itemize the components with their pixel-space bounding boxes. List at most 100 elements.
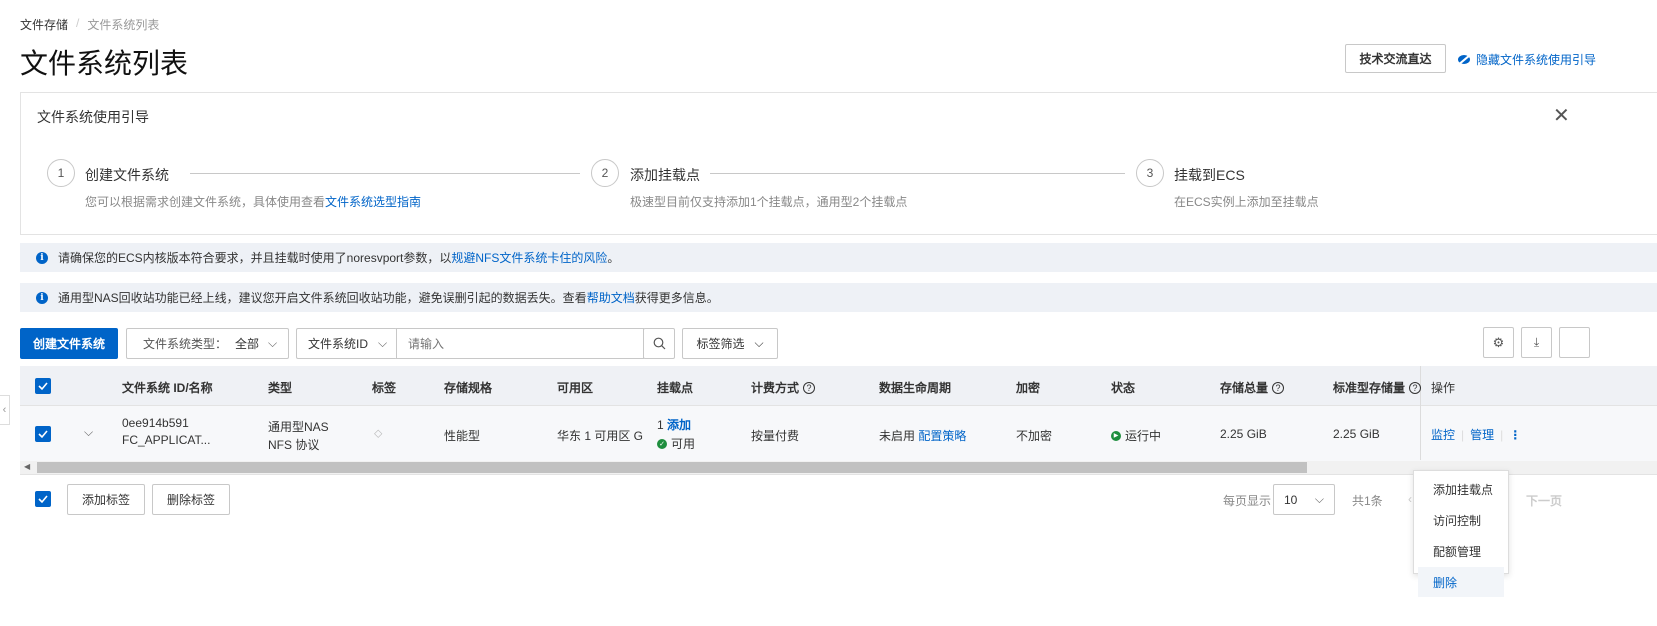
footer-select-checkbox[interactable]	[35, 491, 51, 507]
step-2-number: 2	[591, 159, 619, 187]
horizontal-scrollbar[interactable]: ◀	[20, 461, 1657, 475]
search-field-select[interactable]: 文件系统ID ⌵	[296, 328, 397, 359]
help-icon[interactable]: ?	[1272, 381, 1285, 394]
search-input[interactable]	[396, 328, 644, 359]
close-icon[interactable]: ✕	[1553, 103, 1570, 128]
tag-filter-button[interactable]: 标签筛选 ⌵	[682, 328, 778, 359]
col-id-name: 文件系统 ID/名称	[122, 381, 213, 395]
breadcrumb-file-storage[interactable]: 文件存储	[20, 16, 68, 33]
prev-page-icon: ‹	[1408, 492, 1412, 506]
col-actions: 操作	[1431, 381, 1456, 395]
selection-guide-link[interactable]: 文件系统选型指南	[325, 195, 421, 209]
page-size-label: 每页显示	[1223, 494, 1272, 508]
page-title: 文件系统列表	[20, 48, 189, 79]
info-icon: i	[36, 291, 48, 304]
notice-recycle-bin: i 通用型NAS回收站功能已经上线，建议您开启文件系统回收站功能，避免误删引起的…	[20, 283, 1657, 312]
table-row	[20, 406, 1657, 461]
standard-storage: 2.25 GiB	[1333, 427, 1380, 441]
step-1-label: 创建文件系统	[85, 167, 169, 183]
filesystem-name: FC_APPLICAT...	[122, 433, 211, 447]
filesystem-id-link[interactable]: 0ee914b591	[122, 416, 189, 430]
col-mount: 挂载点	[657, 381, 694, 395]
step-3-number: 3	[1136, 159, 1164, 187]
col-encrypt: 加密	[1016, 381, 1041, 395]
billing: 按量付费	[751, 429, 800, 443]
col-spec: 存储规格	[444, 381, 493, 395]
search-button[interactable]	[643, 328, 675, 359]
chevron-down-icon: ⌵	[1314, 492, 1324, 506]
step-3-desc: 在ECS实例上添加至挂载点	[1174, 195, 1319, 209]
remove-tag-button[interactable]: 删除标签	[152, 484, 230, 515]
help-doc-link[interactable]: 帮助文档	[587, 289, 635, 306]
breadcrumb-current: 文件系统列表	[87, 18, 160, 32]
step-1-desc: 您可以根据需求创建文件系统，具体使用查看文件系统选型指南	[85, 195, 422, 209]
col-billing: 计费方式?	[751, 379, 816, 396]
add-tag-button[interactable]: 添加标签	[67, 484, 145, 515]
step-connector	[190, 173, 580, 174]
tag-icon[interactable]: ⬦	[374, 426, 382, 441]
step-1-number: 1	[47, 159, 75, 187]
monitor-link[interactable]: 监控	[1431, 426, 1455, 443]
manage-link[interactable]: 管理	[1470, 426, 1494, 443]
chevron-down-icon: ⌵	[378, 336, 388, 350]
total-count: 共1条	[1352, 494, 1383, 508]
download-button[interactable]: ⤓	[1521, 327, 1552, 358]
chevron-down-icon: ⌵	[268, 336, 278, 350]
menu-delete[interactable]: 删除	[1418, 567, 1504, 597]
col-total-storage: 存储总量?	[1220, 379, 1285, 396]
scroll-left-handle[interactable]: ‹	[0, 395, 10, 425]
settings-button[interactable]: ⚙	[1483, 327, 1514, 358]
gear-icon: ⚙	[1492, 334, 1505, 350]
filesystem-type-select[interactable]: 文件系统类型： 全部 ⌵	[126, 328, 289, 359]
filesystem-type: 通用型NAS	[268, 420, 329, 434]
storage-spec: 性能型	[444, 429, 481, 443]
running-icon: ▶	[1111, 430, 1121, 441]
nfs-risk-link[interactable]: 规避NFS文件系统卡住的风险	[451, 249, 607, 266]
col-tag: 标签	[372, 381, 397, 395]
step-3-label: 挂载到ECS	[1174, 167, 1245, 183]
lifecycle: 未启用 配置策略	[879, 429, 967, 443]
encrypt: 不加密	[1016, 429, 1053, 443]
config-policy-link[interactable]: 配置策略	[918, 429, 966, 443]
info-icon: i	[36, 251, 48, 264]
filesystem-protocol: NFS 协议	[268, 438, 320, 452]
row-checkbox[interactable]	[35, 426, 51, 442]
page-size-select[interactable]: 10 ⌵	[1273, 484, 1335, 515]
chevron-down-icon: ⌵	[754, 336, 764, 350]
more-toolbar-button[interactable]	[1559, 327, 1590, 358]
step-2-label: 添加挂载点	[630, 167, 700, 183]
check-circle-icon: ✓	[657, 438, 667, 449]
search-icon	[653, 337, 665, 350]
breadcrumb-separator: /	[76, 16, 80, 30]
breadcrumb: 文件存储 / 文件系统列表	[20, 16, 159, 33]
step-connector	[710, 173, 1125, 174]
menu-quota-management[interactable]: 配额管理	[1414, 536, 1508, 567]
create-filesystem-button[interactable]: 创建文件系统	[20, 328, 118, 359]
help-icon[interactable]: ?	[1409, 381, 1422, 394]
col-standard-storage: 标准型存储量?	[1333, 379, 1422, 396]
guide-title: 文件系统使用引导	[37, 109, 149, 125]
menu-add-mount[interactable]: 添加挂载点	[1414, 474, 1508, 505]
tech-exchange-button[interactable]: 技术交流直达	[1345, 44, 1446, 73]
next-page-button[interactable]: 下一页	[1526, 492, 1562, 509]
status: ▶ 运行中	[1111, 427, 1161, 444]
step-2-desc: 极速型目前仅支持添加1个挂载点，通用型2个挂载点	[630, 195, 908, 209]
add-mount-link[interactable]: 添加	[667, 418, 691, 432]
mount-count: 1 添加	[657, 418, 692, 432]
zone: 华东 1 可用区 G	[557, 429, 644, 443]
expand-row-icon[interactable]: ⌵	[84, 425, 93, 440]
col-status: 状态	[1111, 381, 1136, 395]
menu-access-control[interactable]: 访问控制	[1414, 505, 1508, 536]
total-storage: 2.25 GiB	[1220, 427, 1267, 441]
col-type: 类型	[268, 381, 293, 395]
select-all-checkbox[interactable]	[35, 378, 51, 394]
more-actions-menu: 添加挂载点 访问控制 配额管理 删除	[1413, 470, 1509, 597]
scrollbar-thumb[interactable]	[37, 462, 1307, 473]
col-zone: 可用区	[557, 381, 594, 395]
hide-guide-link[interactable]: 隐藏文件系统使用引导	[1458, 51, 1596, 68]
help-icon[interactable]: ?	[803, 381, 816, 394]
mount-status: ✓ 可用	[657, 435, 695, 452]
notice-noresvport: i 请确保您的ECS内核版本符合要求，并且挂载时使用了noresvport参数，…	[20, 243, 1657, 272]
more-actions-icon[interactable]: ⋮	[1509, 428, 1521, 442]
eye-hidden-icon	[1458, 54, 1470, 65]
